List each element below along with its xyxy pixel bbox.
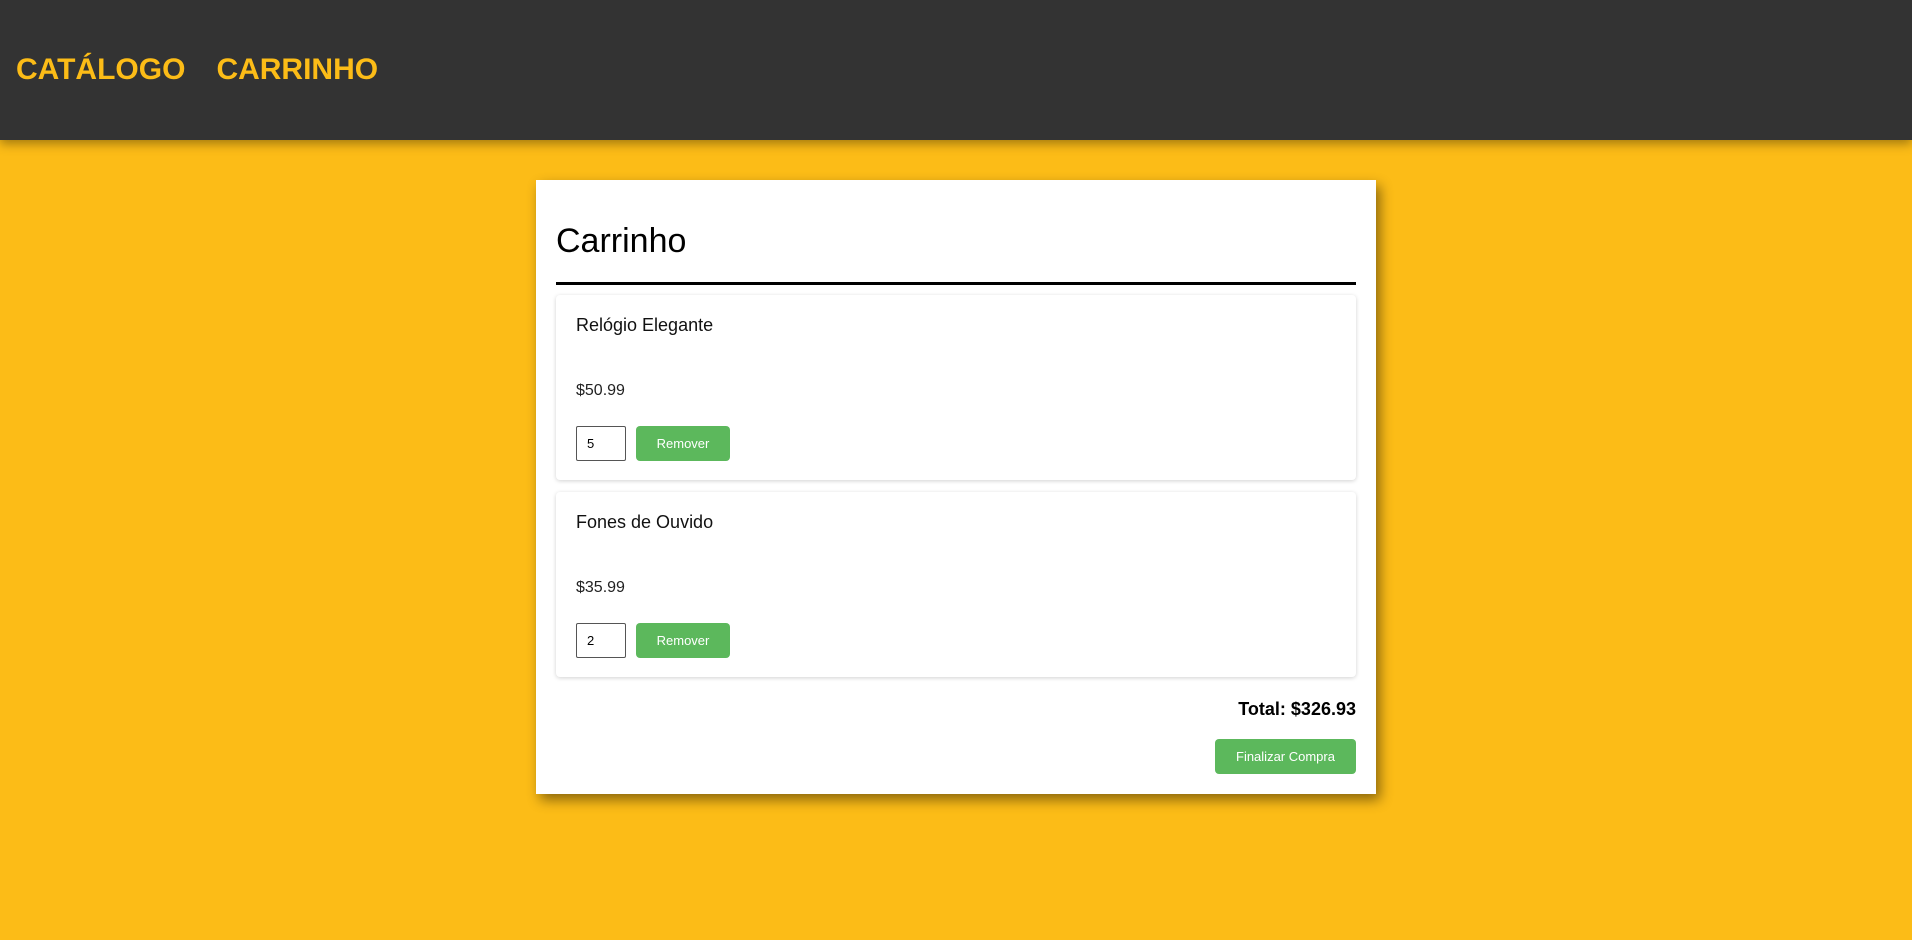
cart-total: Total: $326.93 <box>1238 699 1356 719</box>
top-navbar: CATÁLOGO CARRINHO <box>0 0 1912 140</box>
item-name: Fones de Ouvido <box>576 512 714 532</box>
quantity-input[interactable] <box>576 426 626 461</box>
quantity-input[interactable] <box>576 623 626 658</box>
item-controls: Remover <box>576 426 730 461</box>
item-controls: Remover <box>576 623 730 658</box>
remove-button[interactable]: Remover <box>636 623 730 658</box>
remove-button[interactable]: Remover <box>636 426 730 461</box>
cart-panel: Carrinho Relógio Elegante $50.99 Remover… <box>536 180 1376 794</box>
checkout-button[interactable]: Finalizar Compra <box>1215 739 1356 774</box>
item-price: $50.99 <box>576 382 625 399</box>
nav-link-catalog[interactable]: CATÁLOGO <box>16 53 185 87</box>
item-price: $35.99 <box>576 579 625 596</box>
item-name: Relógio Elegante <box>576 315 714 335</box>
cart-item: Fones de Ouvido $35.99 Remover <box>556 492 1356 677</box>
cart-item: Relógio Elegante $50.99 Remover <box>556 295 1356 480</box>
title-divider <box>556 282 1356 285</box>
nav-link-cart[interactable]: CARRINHO <box>216 53 378 87</box>
cart-title: Carrinho <box>556 222 687 260</box>
